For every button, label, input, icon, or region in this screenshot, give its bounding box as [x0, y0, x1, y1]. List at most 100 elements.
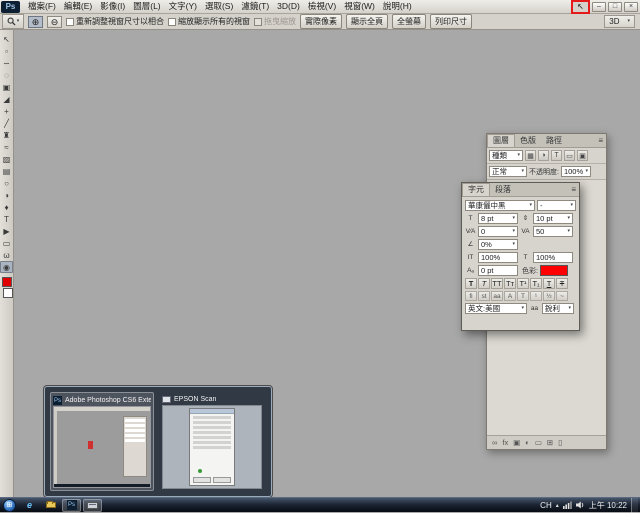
tab-character[interactable]: 字元 — [462, 183, 490, 196]
panel-menu-icon[interactable]: ≡ — [595, 135, 606, 147]
tsume-dropdown[interactable]: 0% ▾ — [478, 239, 518, 250]
font-style-dropdown[interactable]: - ▾ — [537, 200, 576, 211]
ligatures-button[interactable]: fi — [465, 291, 477, 301]
thumbnail-epson-scan[interactable]: EPSON Scan — [160, 392, 264, 491]
gradient-tool[interactable]: ▤ — [0, 165, 13, 177]
tracking-dropdown[interactable]: 50 ▾ — [533, 226, 573, 237]
crop-tool[interactable]: ▣ — [0, 81, 13, 93]
eyedropper-tool[interactable]: ◢ — [0, 93, 13, 105]
zoom-tool[interactable]: ◉ — [0, 261, 13, 273]
path-selection-tool[interactable]: ▶ — [0, 225, 13, 237]
ime-language-indicator[interactable]: CH — [540, 501, 552, 510]
menu-filter[interactable]: 濾鏡(T) — [237, 0, 273, 13]
blend-mode-dropdown[interactable]: 正常 ▾ — [489, 166, 527, 177]
close-button[interactable]: × — [624, 2, 638, 12]
shape-tool[interactable]: ▭ — [0, 237, 13, 249]
new-layer-icon[interactable]: ⊞ — [547, 437, 553, 449]
marquee-tool[interactable]: ▫ — [0, 45, 13, 57]
taskbar-photoshop[interactable]: Ps — [62, 499, 81, 512]
contextual-alternates-button[interactable]: st — [478, 291, 490, 301]
brush-tool[interactable]: ╱ — [0, 117, 13, 129]
actual-pixels-button[interactable]: 實際像素 — [300, 14, 342, 29]
restore-button[interactable]: □ — [608, 2, 622, 12]
layer-effects-icon[interactable]: fx — [502, 437, 508, 449]
foreground-color-swatch[interactable] — [2, 277, 12, 287]
type-tool[interactable]: T — [0, 213, 13, 225]
move-tool[interactable]: ↖ — [0, 33, 13, 45]
tab-channels[interactable]: 色版 — [515, 135, 541, 147]
fractions-button[interactable]: ½ — [543, 291, 555, 301]
hidden-icons-arrow[interactable]: ▴ — [556, 502, 559, 509]
tab-paths[interactable]: 路徑 — [541, 135, 567, 147]
link-layers-icon[interactable]: ∞ — [492, 437, 497, 449]
discretionary-ligatures-button[interactable]: aa — [491, 291, 503, 301]
menu-image[interactable]: 影像(I) — [96, 0, 129, 13]
taskbar-explorer[interactable] — [41, 499, 60, 512]
quick-selection-tool[interactable]: ◌ — [0, 69, 13, 81]
start-button[interactable]: ⊞ — [3, 499, 16, 512]
background-color-swatch[interactable] — [3, 288, 13, 298]
zoom-in-button[interactable]: ⊕ — [28, 16, 43, 28]
vertical-scale-field[interactable]: 100% — [478, 252, 518, 263]
print-size-button[interactable]: 列印尺寸 — [430, 14, 472, 29]
minimize-button[interactable]: – — [592, 2, 606, 12]
filter-adjustment-layers-icon[interactable]: ◑ — [538, 150, 549, 161]
filter-pixel-layers-icon[interactable]: ▦ — [525, 150, 536, 161]
clone-stamp-tool[interactable]: ♜ — [0, 129, 13, 141]
volume-icon[interactable] — [576, 501, 585, 509]
tab-paragraph[interactable]: 段落 — [490, 184, 516, 196]
show-desktop-button[interactable] — [631, 498, 638, 513]
fit-screen-button[interactable]: 顯示全頁 — [346, 14, 388, 29]
filter-type-layers-icon[interactable]: T — [551, 150, 562, 161]
tab-layers[interactable]: 圖層 — [487, 134, 515, 147]
menu-file[interactable]: 檔案(F) — [24, 0, 60, 13]
all-caps-button[interactable]: TT — [491, 278, 503, 289]
underline-button[interactable]: T — [543, 278, 555, 289]
pen-tool[interactable]: ♦ — [0, 201, 13, 213]
small-caps-button[interactable]: Tᴛ — [504, 278, 516, 289]
delete-layer-icon[interactable]: ▯ — [558, 437, 562, 449]
taskbar-internet-explorer[interactable]: e — [20, 499, 39, 512]
resize-windows-checkbox[interactable]: 重新調整視窗尺寸以相合 — [66, 16, 164, 27]
subscript-button[interactable]: T₁ — [530, 278, 542, 289]
layer-group-icon[interactable]: ▭ — [535, 437, 542, 449]
zoom-tool-preset[interactable]: ▾ — [2, 14, 24, 29]
menu-window[interactable]: 視窗(W) — [340, 0, 379, 13]
thumbnail-photoshop[interactable]: Ps Adobe Photoshop CS6 Exten... — [50, 392, 154, 491]
kerning-dropdown[interactable]: 0 ▾ — [478, 226, 518, 237]
healing-brush-tool[interactable]: + — [0, 105, 13, 117]
workspace-switcher[interactable]: 3D ▾ — [604, 15, 635, 28]
taskbar-clock[interactable]: 上午 10:22 — [589, 500, 627, 511]
horizontal-scale-field[interactable]: 100% — [533, 252, 573, 263]
menu-layer[interactable]: 圖層(L) — [129, 0, 164, 13]
fill-screen-button[interactable]: 全螢幕 — [392, 14, 426, 29]
filter-smart-objects-icon[interactable]: ▣ — [577, 150, 588, 161]
dodge-tool[interactable]: ◑ — [0, 189, 13, 201]
leading-dropdown[interactable]: 10 pt ▾ — [533, 213, 573, 224]
anti-alias-dropdown[interactable]: 銳利 ▾ — [542, 303, 574, 314]
language-dropdown[interactable]: 英文:美國 ▾ — [465, 303, 527, 314]
menu-3d[interactable]: 3D(D) — [273, 0, 304, 13]
menu-edit[interactable]: 編輯(E) — [60, 0, 96, 13]
faux-italic-button[interactable]: T — [478, 278, 490, 289]
zoom-all-windows-checkbox[interactable]: 縮放顯示所有的視窗 — [168, 16, 250, 27]
superscript-button[interactable]: T¹ — [517, 278, 529, 289]
menu-type[interactable]: 文字(Y) — [165, 0, 201, 13]
history-brush-tool[interactable]: ≈ — [0, 141, 13, 153]
panel-menu-icon[interactable]: ≡ — [568, 184, 579, 196]
menu-view[interactable]: 檢視(V) — [304, 0, 340, 13]
zoom-out-button[interactable]: ⊖ — [47, 16, 62, 28]
titling-alternates-button[interactable]: ~ — [556, 291, 568, 301]
filter-shape-layers-icon[interactable]: ▭ — [564, 150, 575, 161]
menu-help[interactable]: 說明(H) — [379, 0, 416, 13]
text-color-swatch[interactable] — [540, 265, 568, 276]
blur-tool[interactable]: ○ — [0, 177, 13, 189]
faux-bold-button[interactable]: T — [465, 278, 477, 289]
taskbar-epson-scan[interactable] — [83, 499, 102, 512]
swash-button[interactable]: A — [504, 291, 516, 301]
menu-select[interactable]: 選取(S) — [201, 0, 237, 13]
ordinals-button[interactable]: ¹ — [530, 291, 542, 301]
strikethrough-button[interactable]: T — [556, 278, 568, 289]
hand-tool[interactable]: ω — [0, 249, 13, 261]
eraser-tool[interactable]: ▨ — [0, 153, 13, 165]
